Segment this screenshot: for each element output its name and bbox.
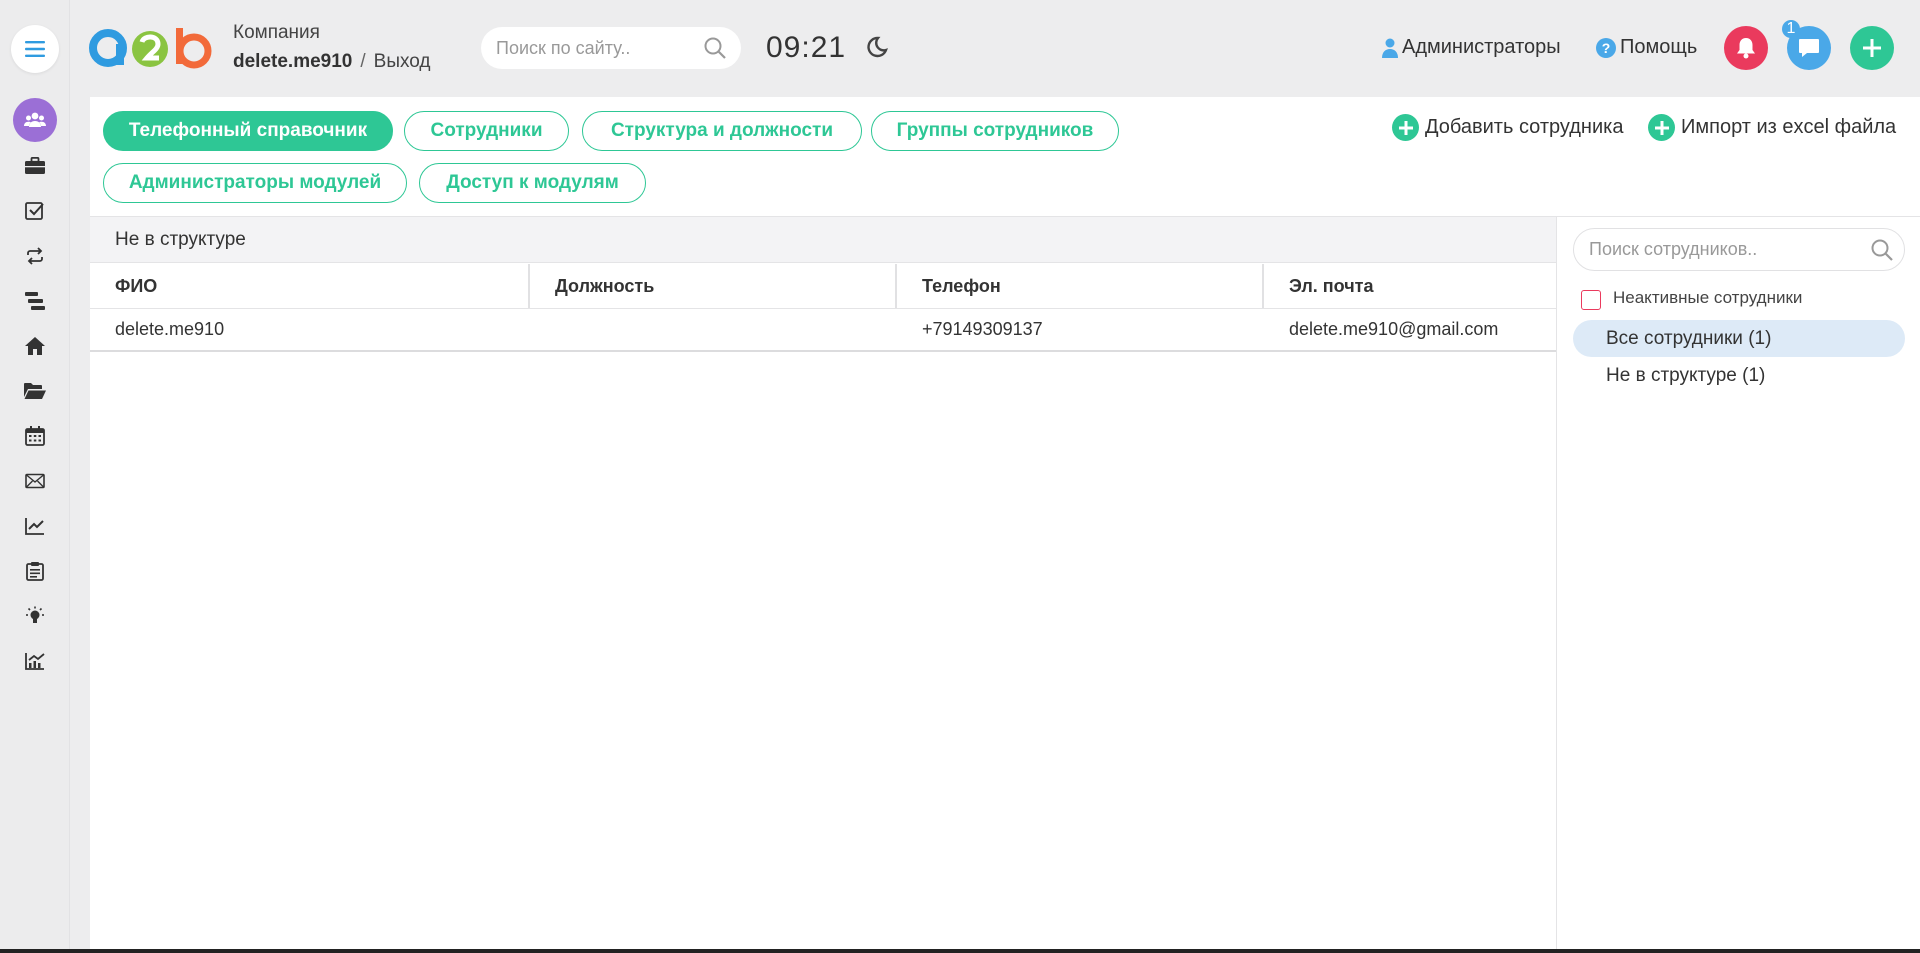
menu-icon: [25, 41, 45, 57]
inactive-filter[interactable]: Неактивные сотрудники: [1581, 286, 1802, 310]
theme-toggle[interactable]: [864, 35, 890, 61]
site-search: [481, 27, 741, 69]
cell-position: [530, 309, 897, 350]
employee-search: [1573, 228, 1905, 271]
cell-email: delete.me910@gmail.com: [1289, 319, 1499, 339]
sidebar-item-users[interactable]: [13, 98, 57, 142]
user-icon: [1382, 38, 1398, 58]
user-separator: /: [360, 51, 366, 72]
tab-employee-groups[interactable]: Группы сотрудников: [871, 111, 1119, 151]
users-icon: [24, 112, 46, 127]
add-employee-label: Добавить сотрудника: [1425, 116, 1624, 138]
clock: 09:21: [766, 31, 847, 64]
admins-link[interactable]: Администраторы: [1382, 36, 1561, 59]
tab-structure[interactable]: Структура и должности: [582, 111, 862, 151]
help-label: Помощь: [1620, 36, 1698, 58]
tab-module-access[interactable]: Доступ к модулям: [419, 163, 646, 203]
filter-all-employees[interactable]: Все сотрудники (1): [1573, 320, 1905, 357]
search-icon[interactable]: [1870, 238, 1894, 262]
checkbox-icon: [25, 202, 44, 220]
section-title: Не в структуре: [90, 217, 1556, 263]
home-icon: [25, 337, 45, 355]
calendar-icon: [25, 426, 45, 446]
logout-link[interactable]: Выход: [374, 51, 431, 72]
help-icon: ?: [1596, 37, 1616, 58]
tab-module-admins[interactable]: Администраторы модулей: [103, 163, 407, 203]
sidebar-item-calendar[interactable]: [21, 422, 49, 450]
tab-employees[interactable]: Сотрудники: [404, 111, 569, 151]
chat-icon: [1799, 39, 1819, 57]
sidebar-item-exchange[interactable]: [21, 242, 49, 270]
notifications-button[interactable]: [1724, 26, 1768, 70]
sidebar-item-reports[interactable]: [21, 512, 49, 540]
column-header-email[interactable]: Эл. почта: [1264, 264, 1556, 308]
employee-search-input[interactable]: [1589, 239, 1859, 260]
exchange-icon: [27, 247, 43, 265]
table-row[interactable]: delete.me910 +79149309137 delete.me910@g…: [90, 309, 1556, 352]
site-search-input[interactable]: [496, 37, 696, 59]
moon-icon: [867, 36, 888, 58]
analytics-icon: [25, 653, 45, 670]
sidebar-item-mail[interactable]: [21, 467, 49, 495]
search-icon[interactable]: [703, 36, 727, 60]
main-panel: Телефонный справочник Сотрудники Структу…: [90, 97, 1920, 950]
lightbulb-icon: [26, 606, 44, 623]
briefcase-icon: [25, 157, 45, 174]
add-icon: [1648, 114, 1675, 141]
sidebar-item-projects[interactable]: [21, 152, 49, 180]
mail-icon: [25, 473, 45, 489]
sidebar-item-home[interactable]: [21, 332, 49, 360]
chart-line-icon: [25, 518, 44, 535]
add-icon: [1392, 114, 1419, 141]
plus-icon: [1863, 39, 1881, 57]
tab-phonebook[interactable]: Телефонный справочник: [103, 111, 393, 151]
sidebar-item-list[interactable]: [21, 287, 49, 315]
clipboard-icon: [26, 562, 44, 581]
inactive-label: Неактивные сотрудники: [1613, 288, 1803, 307]
tasks-icon: [25, 292, 45, 310]
import-excel-label: Импорт из excel файла: [1681, 116, 1897, 138]
company-label[interactable]: Компания: [233, 22, 320, 44]
chat-badge: 1: [1782, 20, 1800, 38]
sidebar-item-files[interactable]: [21, 377, 49, 405]
folder-icon: [24, 383, 46, 399]
column-header-phone[interactable]: Телефон: [897, 264, 1264, 308]
menu-button[interactable]: [11, 25, 59, 73]
sidebar-item-tasks[interactable]: [21, 197, 49, 225]
bottom-edge: [0, 949, 1920, 953]
sidebar: [0, 0, 70, 953]
logo[interactable]: [88, 26, 214, 70]
sidebar-item-ideas[interactable]: [21, 602, 49, 630]
admins-label: Администраторы: [1402, 36, 1561, 58]
column-header-position[interactable]: Должность: [530, 264, 897, 308]
bell-icon: [1737, 38, 1755, 59]
import-excel-button[interactable]: Импорт из excel файла: [1648, 114, 1896, 141]
logo-icon: [89, 28, 212, 69]
sidebar-item-analytics[interactable]: [21, 647, 49, 675]
help-link[interactable]: ? Помощь: [1596, 36, 1697, 59]
column-header-name[interactable]: ФИО: [90, 264, 530, 308]
inactive-checkbox[interactable]: [1581, 290, 1601, 310]
filter-not-in-structure[interactable]: Не в структуре (1): [1573, 357, 1905, 394]
cell-phone: +79149309137: [922, 319, 1043, 339]
cell-name[interactable]: delete.me910: [90, 309, 530, 350]
create-button[interactable]: [1850, 26, 1894, 70]
sidebar-item-clipboard[interactable]: [21, 557, 49, 585]
user-line: delete.me910 / Выход: [233, 51, 431, 73]
table-header: ФИО Должность Телефон Эл. почта: [90, 264, 1556, 309]
add-employee-button[interactable]: Добавить сотрудника: [1392, 114, 1623, 141]
filter-panel: Неактивные сотрудники Все сотрудники (1)…: [1556, 217, 1920, 950]
current-user[interactable]: delete.me910: [233, 51, 352, 72]
